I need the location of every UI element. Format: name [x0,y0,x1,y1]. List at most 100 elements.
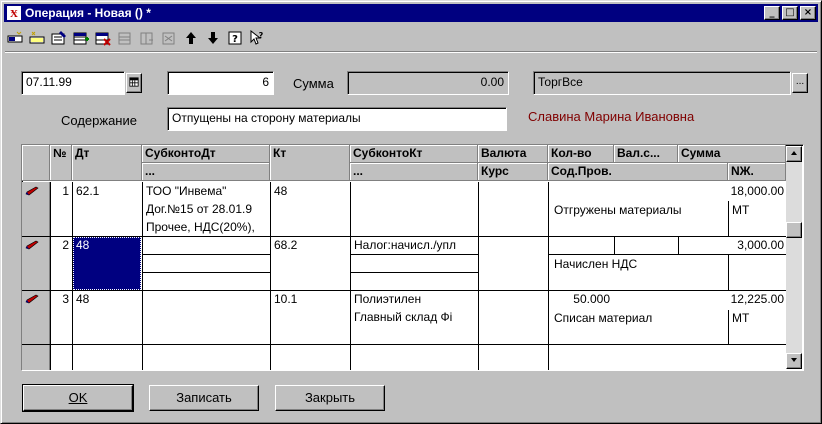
row2-subkt-1[interactable]: Налог:начисл./упл [354,238,476,252]
grid-hline [350,254,478,255]
col-header-currency[interactable]: Валюта [478,145,548,163]
author-name: Славина Марина Ивановна [528,109,695,124]
disabled-icon-2 [137,28,157,48]
col-header-content[interactable]: Сод.Пров. [548,163,728,181]
row1-nzh[interactable]: МТ [732,203,782,217]
grid-hline [22,236,786,237]
row2-num: 2 [62,238,69,252]
grid-hline [350,272,478,273]
row1-subdt-2[interactable]: Дог.№15 от 28.01.9 [146,202,268,216]
ok-button-label: OK [68,390,88,405]
entries-grid[interactable]: № Дт СубконтоДт ... Кт СубконтоКт ... Ва… [21,144,804,371]
row3-subkt-1[interactable]: Полиэтилен [354,292,476,306]
pencil-icon [25,294,39,304]
content-field[interactable]: Отпущены на сторону материалы [167,107,507,131]
row-marker-column [22,182,50,370]
row2-dt[interactable]: 48 [76,238,140,252]
row3-sum[interactable]: 12,225.00 [678,292,784,306]
col-header-dt[interactable]: Дт [72,145,142,181]
row1-content[interactable]: Отгружены материалы [554,203,726,217]
scroll-thumb[interactable] [786,222,802,238]
grid-hline [142,254,270,255]
edit-line-icon[interactable] [49,28,69,48]
row2-sum[interactable]: 3,000.00 [678,238,784,252]
col-header-rate[interactable]: Курс [478,163,548,181]
close-button[interactable]: Закрыть [275,385,385,411]
row1-subdt-1[interactable]: ТОО "Инвема" [146,184,268,198]
context-help-icon[interactable]: ? [247,28,267,48]
toolbar-separator [5,51,817,53]
arrow-down-icon [791,358,797,362]
minimize-button[interactable]: _ [764,6,780,20]
ok-button[interactable]: OK [22,384,134,412]
grid-hline [22,344,786,345]
sum-label: Сумма [293,76,334,91]
operation-window: Ӿ Операция - Новая () * _ □ × ? ? 07.11.… [0,0,822,424]
sum-field: 0.00 [347,71,509,95]
toolbar: ? ? [5,27,817,49]
svg-text:?: ? [232,34,238,45]
grid-vline [50,182,51,370]
grid-vline [728,254,729,290]
row3-dt[interactable]: 48 [76,292,140,306]
disabled-icon-3 [159,28,179,48]
grid-vertical-scrollbar[interactable] [786,146,802,369]
add-row-icon[interactable] [71,28,91,48]
grid-vline [72,182,73,370]
col-header-kt[interactable]: Кт [270,145,350,181]
col-header-nzh[interactable]: NЖ. [728,163,786,181]
close-window-button[interactable]: × [800,6,816,20]
col-header-valsum[interactable]: Вал.с... [614,145,678,163]
grid-hline [22,290,786,291]
col-header-subkt[interactable]: СубконтоКт [350,145,478,163]
new-line-icon[interactable] [5,28,25,48]
maximize-button[interactable]: □ [782,6,798,20]
row3-kt[interactable]: 10.1 [274,292,348,306]
arrow-down-icon[interactable] [203,28,223,48]
calendar-icon [129,77,139,87]
col-header-subdt-extra[interactable]: ... [142,163,270,181]
arrow-up-icon [791,151,797,155]
save-button[interactable]: Записать [149,385,259,411]
pencil-icon [25,240,39,250]
col-header-num[interactable]: № [50,145,72,181]
row1-kt[interactable]: 48 [274,184,348,198]
number-field[interactable]: 6 [167,71,274,95]
row1-dt[interactable]: 62.1 [76,184,140,198]
scroll-down-button[interactable] [786,353,802,369]
help-icon[interactable]: ? [225,28,245,48]
pencil-icon [25,186,39,196]
grid-vline [350,182,351,370]
row1-subdt-3[interactable]: Прочее, НДС(20%), [146,220,268,234]
row3-nzh[interactable]: МТ [732,311,782,325]
grid-vline [728,310,729,345]
arrow-up-icon[interactable] [181,28,201,48]
grid-vline [614,236,615,254]
date-field[interactable]: 07.11.99 [21,71,125,95]
row2-content[interactable]: Начислен НДС [554,257,726,271]
col-header-subkt-extra[interactable]: ... [350,163,478,181]
firm-select-button[interactable]: ... [792,73,808,93]
col-header-sum[interactable]: Сумма [678,145,786,163]
row1-sum[interactable]: 18,000.00 [678,184,784,198]
calendar-button[interactable] [126,73,142,93]
app-icon: Ӿ [7,6,21,20]
title-bar[interactable]: Ӿ Операция - Новая () * _ □ × [4,4,818,22]
firm-field[interactable]: ТоргВсе [533,71,791,95]
scroll-up-button[interactable] [786,146,802,162]
content-label: Содержание [61,113,137,128]
grid-vline [728,201,729,236]
row2-kt[interactable]: 68.2 [274,238,348,252]
col-header-subdt[interactable]: СубконтоДт [142,145,270,163]
grid-hline [142,272,270,273]
col-header-qty[interactable]: Кол-во [548,145,614,163]
row3-content[interactable]: Списан материал [554,311,726,325]
grid-vline [478,182,479,370]
copy-line-icon[interactable] [27,28,47,48]
row3-qty[interactable]: 50.000 [552,292,610,306]
delete-row-icon[interactable] [93,28,113,48]
grid-vline [548,182,549,370]
row3-subkt-2[interactable]: Главный склад Фі [354,310,476,324]
row1-num: 1 [62,184,69,198]
grid-vline [142,182,143,370]
